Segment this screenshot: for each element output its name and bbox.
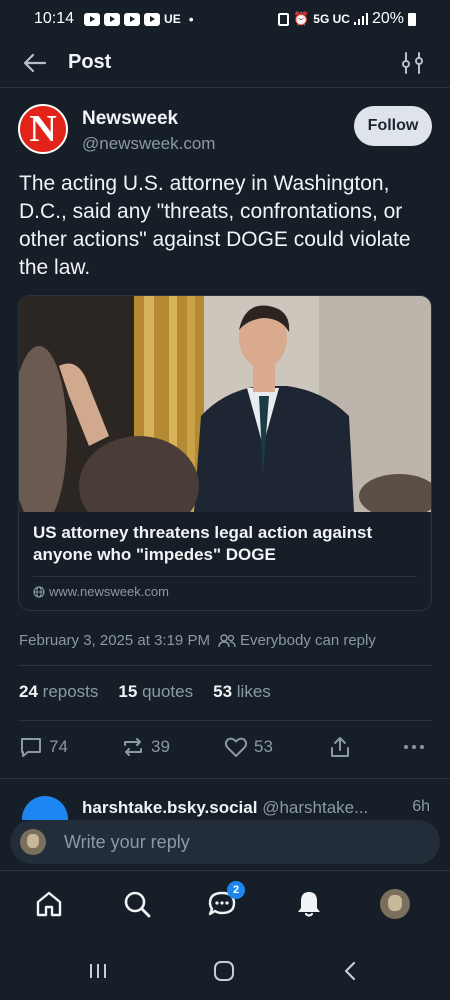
like-button[interactable]: 53 bbox=[224, 736, 273, 758]
link-card-domain-row: www.newsweek.com bbox=[33, 584, 169, 599]
repost-icon bbox=[124, 738, 142, 756]
signal-icon bbox=[353, 13, 368, 25]
system-navigation bbox=[0, 942, 450, 1000]
reply-button[interactable]: 74 bbox=[19, 736, 68, 758]
share-icon bbox=[331, 737, 349, 757]
post-header: Post bbox=[0, 38, 450, 88]
reply-time: 6h bbox=[412, 798, 430, 815]
post-timestamp: February 3, 2025 at 3:19 PM bbox=[19, 632, 210, 649]
engagement-stats: 24 reposts 15 quotes 53 likes bbox=[19, 682, 271, 702]
divider bbox=[18, 665, 432, 666]
author-handle[interactable]: @newsweek.com bbox=[82, 134, 215, 154]
home-icon[interactable] bbox=[32, 887, 66, 921]
heart-icon bbox=[224, 737, 248, 757]
divider bbox=[0, 778, 450, 779]
user-avatar bbox=[20, 829, 46, 855]
likes-stat[interactable]: 53 likes bbox=[213, 682, 271, 702]
page-title: Post bbox=[68, 51, 112, 73]
author-name[interactable]: Newsweek bbox=[82, 108, 178, 130]
link-preview-card[interactable]: US attorney threatens legal action again… bbox=[18, 295, 432, 611]
chat-icon[interactable]: 2 bbox=[205, 881, 245, 921]
like-count: 53 bbox=[254, 737, 273, 756]
back-arrow-icon[interactable] bbox=[20, 48, 50, 78]
system-back-icon[interactable] bbox=[338, 960, 362, 982]
chat-unread-badge: 2 bbox=[227, 881, 245, 899]
globe-icon bbox=[33, 585, 45, 598]
link-preview-image bbox=[19, 296, 431, 512]
reply-avatar[interactable] bbox=[22, 796, 68, 820]
link-card-domain: www.newsweek.com bbox=[49, 584, 169, 599]
reply-count: 74 bbox=[49, 737, 68, 756]
status-bar-left: 10:14 UE • bbox=[34, 10, 194, 28]
reply-setting-label: Everybody can reply bbox=[239, 632, 376, 649]
recent-apps-icon[interactable] bbox=[86, 960, 110, 982]
notifications-icon[interactable] bbox=[292, 887, 326, 921]
repost-button[interactable]: 39 bbox=[121, 736, 170, 758]
youtube-notification-icon bbox=[144, 12, 161, 26]
battery-percent: 20% bbox=[371, 10, 404, 27]
status-bar-right: ⏰ 5G UC 20% bbox=[278, 10, 416, 28]
carrier-tag: UE bbox=[164, 12, 181, 26]
reply-setting[interactable]: Everybody can reply bbox=[218, 632, 376, 649]
share-button[interactable] bbox=[329, 736, 351, 758]
more-options-button[interactable] bbox=[403, 736, 425, 758]
notification-dot-icon: • bbox=[188, 11, 194, 27]
divider bbox=[18, 720, 432, 721]
post-author-row: N Newsweek @newsweek.com Follow bbox=[18, 104, 432, 160]
youtube-notification-icon bbox=[84, 12, 101, 26]
post-meta-row: February 3, 2025 at 3:19 PM Everybody ca… bbox=[19, 632, 376, 649]
quotes-stat[interactable]: 15 quotes bbox=[118, 682, 193, 702]
nfc-icon bbox=[278, 12, 290, 26]
status-time: 10:14 bbox=[34, 10, 75, 27]
profile-avatar[interactable] bbox=[378, 887, 412, 921]
follow-button[interactable]: Follow bbox=[354, 106, 432, 146]
link-card-divider bbox=[33, 576, 417, 577]
youtube-notification-icon bbox=[124, 12, 141, 26]
sliders-icon[interactable] bbox=[400, 50, 426, 76]
home-button-icon[interactable] bbox=[212, 960, 236, 982]
people-icon bbox=[218, 633, 236, 647]
author-avatar[interactable]: N bbox=[18, 104, 68, 154]
search-icon[interactable] bbox=[120, 887, 154, 921]
reply-input-placeholder[interactable]: Write your reply bbox=[64, 832, 190, 853]
alarm-icon: ⏰ bbox=[293, 11, 310, 26]
reply-author[interactable]: harshtake.bsky.social @harshtake... bbox=[82, 798, 368, 818]
post-actions: 74 39 53 bbox=[19, 736, 429, 764]
status-bar: 10:14 UE • ⏰ 5G UC 20% bbox=[0, 0, 450, 38]
network-type: 5G UC bbox=[313, 12, 350, 26]
reposts-stat[interactable]: 24 reposts bbox=[19, 682, 98, 702]
repost-count: 39 bbox=[151, 737, 170, 756]
post-body-text: The acting U.S. attorney in Washington, … bbox=[19, 172, 411, 279]
battery-icon bbox=[408, 12, 416, 26]
youtube-notification-icon bbox=[104, 12, 121, 26]
profile-avatar-image bbox=[380, 889, 410, 919]
link-card-title[interactable]: US attorney threatens legal action again… bbox=[33, 522, 423, 566]
reply-icon bbox=[21, 738, 41, 757]
reply-item[interactable]: harshtake.bsky.social @harshtake... 6h bbox=[0, 790, 450, 820]
reply-composer[interactable]: Write your reply bbox=[10, 820, 440, 864]
bottom-navigation: 2 bbox=[0, 870, 450, 942]
more-icon bbox=[404, 745, 424, 749]
